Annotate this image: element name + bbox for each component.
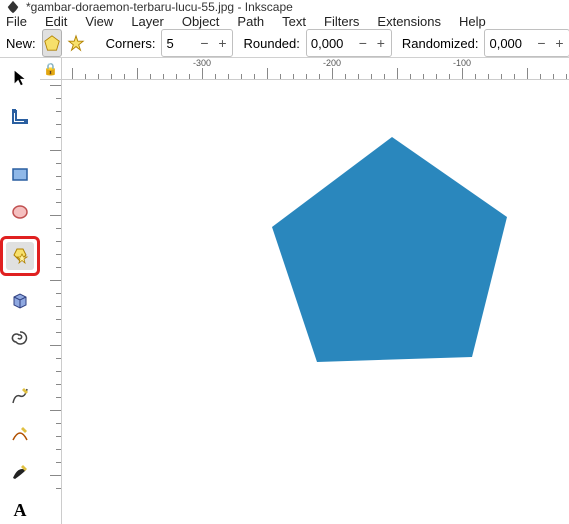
menu-path[interactable]: Path (237, 14, 264, 29)
corners-value[interactable]: 5 (166, 36, 192, 51)
menubar: File Edit View Layer Object Path Text Fi… (0, 14, 569, 29)
spiral-tool[interactable] (6, 324, 34, 352)
randomized-plus-icon[interactable]: + (553, 36, 565, 50)
menu-view[interactable]: View (85, 14, 113, 29)
horizontal-ruler[interactable]: -300 -200 -100 (62, 58, 569, 80)
corners-label: Corners: (106, 36, 156, 51)
tool-options-bar: New: Corners: 5 − + Rounded: 0,000 − + R… (0, 29, 569, 58)
pentagon-shape[interactable] (272, 137, 512, 367)
ellipse-tool[interactable] (6, 198, 34, 226)
text-tool[interactable]: A (6, 496, 34, 524)
randomized-value[interactable]: 0,000 (489, 36, 529, 51)
vertical-ruler[interactable] (40, 80, 62, 524)
node-tool[interactable] (6, 102, 34, 130)
ruler-area: 🔒 -300 -200 -100 (40, 58, 569, 524)
menu-layer[interactable]: Layer (131, 14, 164, 29)
rounded-plus-icon[interactable]: + (375, 36, 387, 50)
ruler-corner[interactable]: 🔒 (40, 58, 62, 80)
menu-help[interactable]: Help (459, 14, 486, 29)
ruler-label: -100 (453, 58, 471, 68)
rounded-input[interactable]: 0,000 − + (306, 29, 392, 57)
ruler-label: -200 (323, 58, 341, 68)
polygon-mode-button[interactable] (42, 29, 62, 57)
ruler-label: -300 (193, 58, 211, 68)
corners-minus-icon[interactable]: − (198, 36, 210, 50)
menu-text[interactable]: Text (282, 14, 306, 29)
star-mode-button[interactable] (66, 29, 86, 57)
bezier-tool[interactable] (6, 420, 34, 448)
randomized-input[interactable]: 0,000 − + (484, 29, 569, 57)
inkscape-logo-icon (6, 0, 20, 14)
rounded-minus-icon[interactable]: − (357, 36, 369, 50)
star-tool[interactable] (0, 236, 40, 276)
randomized-label: Randomized: (402, 36, 479, 51)
svg-text:A: A (14, 500, 27, 520)
window-title: *gambar-doraemon-terbaru-lucu-55.jpg - I… (26, 0, 293, 14)
menu-edit[interactable]: Edit (45, 14, 67, 29)
workspace: A 🔒 -300 -200 -100 (0, 58, 569, 524)
randomized-minus-icon[interactable]: − (535, 36, 547, 50)
menu-extensions[interactable]: Extensions (377, 14, 441, 29)
pencil-tool[interactable] (6, 382, 34, 410)
titlebar: *gambar-doraemon-terbaru-lucu-55.jpg - I… (0, 0, 569, 14)
rounded-label: Rounded: (243, 36, 299, 51)
corners-plus-icon[interactable]: + (216, 36, 228, 50)
lock-icon[interactable]: 🔒 (43, 62, 58, 76)
calligraphy-tool[interactable] (6, 458, 34, 486)
new-label: New: (6, 36, 36, 51)
menu-object[interactable]: Object (182, 14, 220, 29)
3dbox-tool[interactable] (6, 286, 34, 314)
menu-filters[interactable]: Filters (324, 14, 359, 29)
corners-input[interactable]: 5 − + (161, 29, 233, 57)
selector-tool[interactable] (6, 64, 34, 92)
rectangle-tool[interactable] (6, 160, 34, 188)
menu-file[interactable]: File (6, 14, 27, 29)
toolbox: A (0, 58, 40, 524)
canvas[interactable] (62, 80, 569, 524)
rounded-value[interactable]: 0,000 (311, 36, 351, 51)
